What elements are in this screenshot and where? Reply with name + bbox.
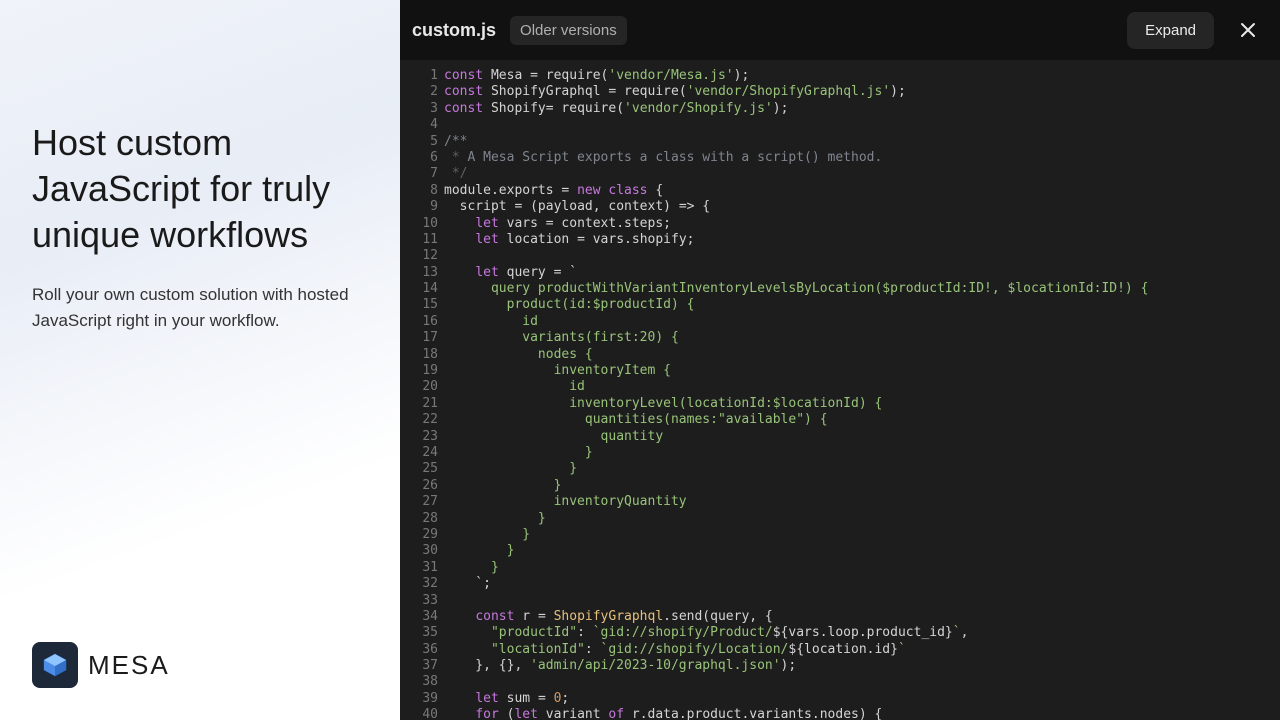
code-line[interactable]: inventoryItem { [444, 363, 1280, 379]
code-line[interactable]: /** [444, 134, 1280, 150]
left-panel: Host custom JavaScript for truly unique … [0, 0, 400, 720]
code-line[interactable]: id [444, 314, 1280, 330]
code-line[interactable] [444, 593, 1280, 609]
close-icon [1239, 21, 1257, 39]
older-versions-button[interactable]: Older versions [510, 16, 627, 45]
code-line[interactable]: } [444, 478, 1280, 494]
code-editor[interactable]: 1234567891011121314151617181920212223242… [400, 60, 1280, 720]
code-line[interactable]: "productId": `gid://shopify/Product/${va… [444, 625, 1280, 641]
code-line[interactable]: */ [444, 166, 1280, 182]
code-line[interactable]: inventoryQuantity [444, 494, 1280, 510]
code-line[interactable]: query productWithVariantInventoryLevelsB… [444, 281, 1280, 297]
code-line[interactable]: } [444, 560, 1280, 576]
code-line[interactable]: } [444, 527, 1280, 543]
code-line[interactable]: inventoryLevel(locationId:$locationId) { [444, 396, 1280, 412]
code-line[interactable]: } [444, 461, 1280, 477]
code-line[interactable]: let vars = context.steps; [444, 216, 1280, 232]
code-line[interactable]: } [444, 511, 1280, 527]
code-line[interactable]: module.exports = new class { [444, 183, 1280, 199]
code-line[interactable]: const Mesa = require('vendor/Mesa.js'); [444, 68, 1280, 84]
code-line[interactable]: * A Mesa Script exports a class with a s… [444, 150, 1280, 166]
hero-title: Host custom JavaScript for truly unique … [32, 120, 368, 258]
code-line[interactable] [444, 117, 1280, 133]
code-line[interactable]: "locationId": `gid://shopify/Location/${… [444, 642, 1280, 658]
code-line[interactable]: product(id:$productId) { [444, 297, 1280, 313]
code-line[interactable]: quantity [444, 429, 1280, 445]
code-line[interactable]: script = (payload, context) => { [444, 199, 1280, 215]
code-line[interactable]: }, {}, 'admin/api/2023-10/graphql.json')… [444, 658, 1280, 674]
code-line[interactable]: const Shopify= require('vendor/Shopify.j… [444, 101, 1280, 117]
line-gutter: 1234567891011121314151617181920212223242… [400, 60, 444, 720]
code-line[interactable]: } [444, 543, 1280, 559]
code-line[interactable]: const ShopifyGraphql = require('vendor/S… [444, 84, 1280, 100]
code-line[interactable]: variants(first:20) { [444, 330, 1280, 346]
code-line[interactable]: const r = ShopifyGraphql.send(query, { [444, 609, 1280, 625]
hero-subtitle: Roll your own custom solution with hoste… [32, 282, 368, 333]
code-line[interactable]: } [444, 445, 1280, 461]
code-line[interactable] [444, 248, 1280, 264]
code-line[interactable]: nodes { [444, 347, 1280, 363]
close-button[interactable] [1228, 10, 1268, 50]
code-area[interactable]: const Mesa = require('vendor/Mesa.js');c… [444, 60, 1280, 720]
code-line[interactable]: for (let variant of r.data.product.varia… [444, 707, 1280, 720]
filename: custom.js [412, 20, 496, 41]
logo-mark-icon [32, 642, 78, 688]
brand-logo: MESA [32, 642, 170, 688]
code-line[interactable]: id [444, 379, 1280, 395]
code-line[interactable]: let query = ` [444, 265, 1280, 281]
code-panel: custom.js Older versions Expand 12345678… [400, 0, 1280, 720]
code-line[interactable]: let location = vars.shopify; [444, 232, 1280, 248]
code-line[interactable]: quantities(names:"available") { [444, 412, 1280, 428]
topbar: custom.js Older versions Expand [400, 0, 1280, 60]
code-line[interactable]: let sum = 0; [444, 691, 1280, 707]
expand-button[interactable]: Expand [1127, 12, 1214, 49]
code-line[interactable]: `; [444, 576, 1280, 592]
code-line[interactable] [444, 674, 1280, 690]
brand-name: MESA [88, 650, 170, 681]
